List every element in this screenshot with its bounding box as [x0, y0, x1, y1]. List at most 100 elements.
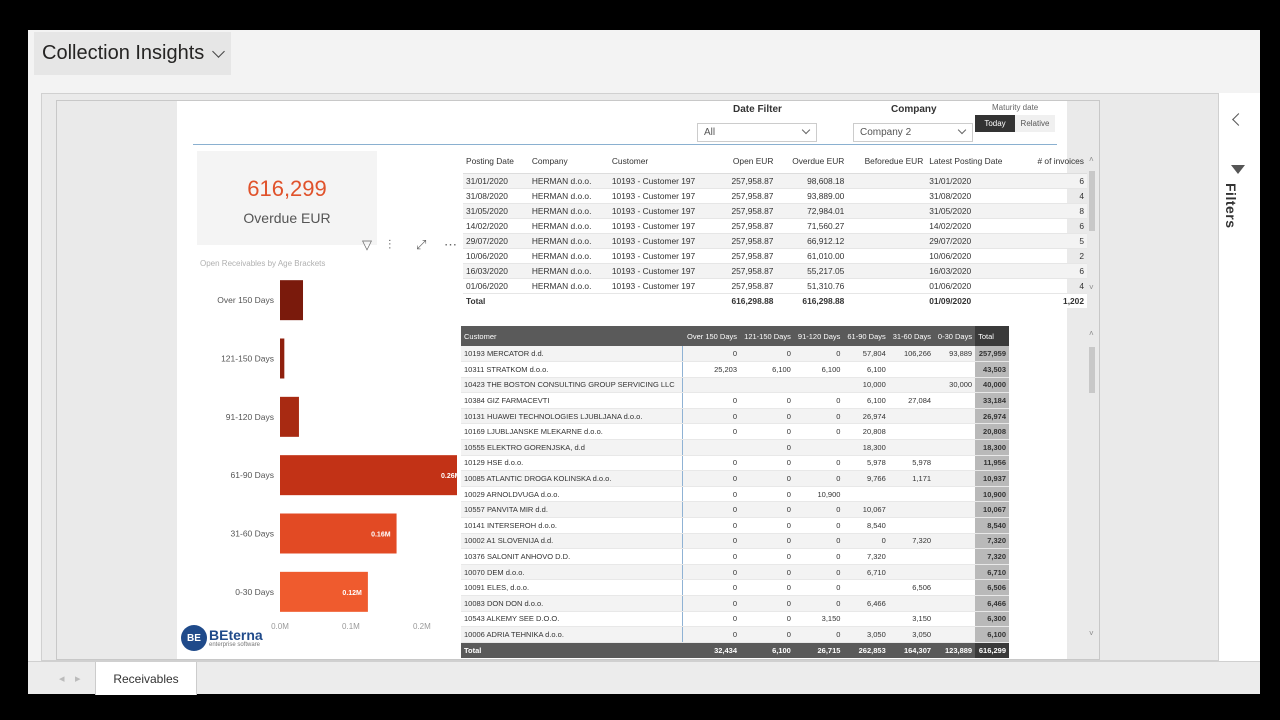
matrix-column-header[interactable]: Customer: [461, 326, 683, 346]
column-header[interactable]: # of invoices: [1022, 153, 1087, 174]
date-filter-dropdown[interactable]: All: [697, 123, 817, 142]
matrix-row[interactable]: 10423 THE BOSTON CONSULTING GROUP SERVIC…: [461, 377, 1009, 394]
scroll-up-icon[interactable]: ˄: [1089, 329, 1094, 338]
bar[interactable]: [280, 338, 285, 379]
matrix-cell: 6,100: [843, 361, 889, 378]
matrix-cell: [934, 470, 976, 487]
matrix-row[interactable]: 10543 ALKEMY SEE D.O.O. 0 0 3,150 3,150 6,300: [461, 611, 1009, 628]
table-row[interactable]: 10/06/2020 HERMAN d.o.o. 10193 - Customer …: [463, 248, 1087, 264]
bar[interactable]: [280, 455, 467, 496]
table-row[interactable]: 31/01/2020 HERMAN d.o.o. 10193 - Customer …: [463, 173, 1087, 189]
matrix-row[interactable]: 10129 HSE d.o.o. 0 0 0 5,978 5,978 11,956: [461, 455, 1009, 472]
matrix-row[interactable]: 10311 STRATKOM d.o.o. 25,203 6,100 6,100 6,1…: [461, 361, 1009, 378]
matrix-cell: 0: [740, 517, 794, 534]
table-cell: 72,984.01: [776, 203, 848, 219]
table-row[interactable]: 29/07/2020 HERMAN d.o.o. 10193 - Customer …: [463, 233, 1087, 249]
more-options-icon[interactable]: ⋯: [444, 237, 457, 253]
matrix-cell: 0: [793, 392, 844, 409]
tab-receivables[interactable]: Receivables: [95, 662, 197, 695]
overdue-kpi-card[interactable]: 616,299 Overdue EUR: [197, 151, 377, 245]
invoice-table: Posting Date Company Customer Open EUR Overd…: [463, 153, 1087, 308]
matrix-row[interactable]: 10070 DEM d.o.o. 0 0 0 6,710 6,710: [461, 564, 1009, 581]
total-cell: [608, 293, 718, 308]
matrix-row[interactable]: 10193 MERCATOR d.d. 0 0 0 57,804 106,266 93,88…: [461, 346, 1009, 363]
matrix-body: 10193 MERCATOR d.d. 0 0 0 57,804 106,266 93,88…: [461, 346, 1009, 643]
table-row[interactable]: 31/05/2020 HERMAN d.o.o. 10193 - Customer …: [463, 203, 1087, 219]
column-header[interactable]: Customer: [608, 153, 718, 174]
next-page-icon[interactable]: ▸: [75, 672, 81, 685]
column-header[interactable]: Latest Posting Date: [926, 153, 1023, 174]
matrix-cell: 6,100: [843, 392, 889, 409]
customer-cell: 10169 LJUBLJANSKE MLEKARNE d.o.o.: [461, 423, 684, 441]
table-cell: HERMAN d.o.o.: [528, 173, 609, 189]
scroll-thumb[interactable]: [1089, 171, 1095, 231]
scroll-up-icon[interactable]: ˄: [1089, 155, 1094, 164]
filter-icon[interactable]: ▽: [362, 237, 372, 253]
logo-name: BEterna: [209, 627, 263, 643]
table-cell: 29/07/2020: [926, 233, 1023, 249]
matrix-row[interactable]: 10091 ELES, d.o.o. 0 0 0 6,506 6,506: [461, 579, 1009, 596]
matrix-cell: 0: [682, 423, 741, 441]
column-header[interactable]: Open EUR: [717, 153, 777, 174]
scroll-down-icon[interactable]: ˅: [1089, 283, 1094, 292]
category-label: 0-30 Days: [235, 587, 274, 597]
matrix-column-header[interactable]: 61-90 Days: [843, 326, 889, 346]
drill-icon[interactable]: ⫶: [388, 237, 391, 253]
matrix-cell: 0: [682, 611, 741, 628]
customer-cell: 10555 ELEKTRO GORENJSKA, d.d: [461, 439, 684, 456]
scroll-thumb[interactable]: [1089, 347, 1095, 393]
matrix-row[interactable]: 10384 GIZ FARMACEVTI 0 0 0 6,100 27,084 33,184: [461, 392, 1009, 409]
column-header[interactable]: Beforedue EUR: [847, 153, 927, 174]
matrix-row[interactable]: 10131 HUAWEI TECHNOLOGIES LJUBLJANA d.o.…: [461, 408, 1009, 425]
table-cell: 10/06/2020: [926, 248, 1023, 264]
company-dropdown[interactable]: Company 2: [853, 123, 973, 142]
matrix-row[interactable]: 10169 LJUBLJANSKE MLEKARNE d.o.o. 0 0 0 20,8…: [461, 423, 1009, 441]
bar[interactable]: [280, 396, 299, 437]
matrix-row[interactable]: 10557 PANVITA MIR d.d. 0 0 0 10,067 10,067: [461, 501, 1009, 519]
matrix-cell: [888, 548, 935, 565]
table-row[interactable]: 01/06/2020 HERMAN d.o.o. 10193 - Customer …: [463, 278, 1087, 294]
matrix-header: Customer Over 150 Days 121-150 Days 91-120 …: [461, 326, 1009, 346]
matrix-cell: 0: [740, 626, 794, 643]
matrix-cell: 0: [682, 392, 741, 409]
focus-mode-icon[interactable]: ⤢: [416, 237, 426, 253]
bar[interactable]: [280, 280, 304, 321]
matrix-row[interactable]: 10555 ELEKTRO GORENJSKA, d.d 0 18,300 18,30…: [461, 439, 1009, 456]
table-cell: HERMAN d.o.o.: [528, 188, 609, 204]
maturity-relative-button[interactable]: Relative: [1015, 115, 1055, 132]
matrix-row[interactable]: 10029 ARNOLDVUGA d.o.o. 0 0 10,900 10,900: [461, 486, 1009, 503]
customer-cell: 10423 THE BOSTON CONSULTING GROUP SERVIC…: [461, 377, 684, 394]
scroll-down-icon[interactable]: ˅: [1089, 629, 1094, 638]
matrix-cell: 0: [682, 470, 741, 487]
matrix-row[interactable]: 10002 A1 SLOVENIJA d.d. 0 0 0 0 7,320 7,320: [461, 533, 1009, 550]
matrix-column-header[interactable]: 31-60 Days: [888, 326, 935, 346]
matrix-column-header[interactable]: Total: [975, 326, 1009, 346]
matrix-row[interactable]: 10376 SALONIT ANHOVO D.D. 0 0 0 7,320 7,320: [461, 548, 1009, 565]
collapse-filters-icon[interactable]: [1232, 113, 1245, 126]
invoice-table-scrollbar[interactable]: ˄ ˅: [1089, 155, 1095, 295]
table-row[interactable]: 14/02/2020 HERMAN d.o.o. 10193 - Customer …: [463, 218, 1087, 234]
row-total-cell: 26,974: [975, 408, 1009, 425]
report-title-dropdown[interactable]: Collection Insights: [34, 32, 232, 75]
matrix-row[interactable]: 10006 ADRIA TEHNIKA d.o.o. 0 0 0 3,050 3,050 6…: [461, 626, 1009, 643]
matrix-row[interactable]: 10141 INTERSEROH d.o.o. 0 0 0 8,540 8,540: [461, 517, 1009, 534]
matrix-scrollbar[interactable]: ˄ ˅: [1089, 329, 1095, 639]
table-row[interactable]: 31/08/2020 HERMAN d.o.o. 10193 - Customer …: [463, 188, 1087, 204]
maturity-today-button[interactable]: Today: [975, 115, 1015, 132]
column-header[interactable]: Company: [528, 153, 609, 174]
matrix-row[interactable]: 10083 DON DON d.o.o. 0 0 0 6,466 6,466: [461, 595, 1009, 612]
matrix-column-header[interactable]: 91-120 Days: [793, 326, 844, 346]
matrix-column-header[interactable]: 121-150 Days: [740, 326, 794, 346]
table-row[interactable]: 16/03/2020 HERMAN d.o.o. 10193 - Customer …: [463, 263, 1087, 279]
matrix-column-header[interactable]: 0-30 Days: [934, 326, 976, 346]
filters-pane[interactable]: Filters: [1218, 93, 1260, 661]
prev-page-icon[interactable]: ◂: [59, 672, 65, 685]
matrix-column-header[interactable]: Over 150 Days: [682, 326, 741, 346]
column-header[interactable]: Overdue EUR: [776, 153, 848, 174]
table-cell: 61,010.00: [776, 248, 848, 264]
column-header[interactable]: Posting Date: [463, 153, 529, 174]
matrix-cell: 0: [793, 470, 844, 487]
table-cell: 93,889.00: [776, 188, 848, 204]
row-total-cell: 18,300: [975, 439, 1009, 456]
matrix-row[interactable]: 10085 ATLANTIC DROGA KOLINSKA d.o.o. 0 0 0 9…: [461, 470, 1009, 487]
